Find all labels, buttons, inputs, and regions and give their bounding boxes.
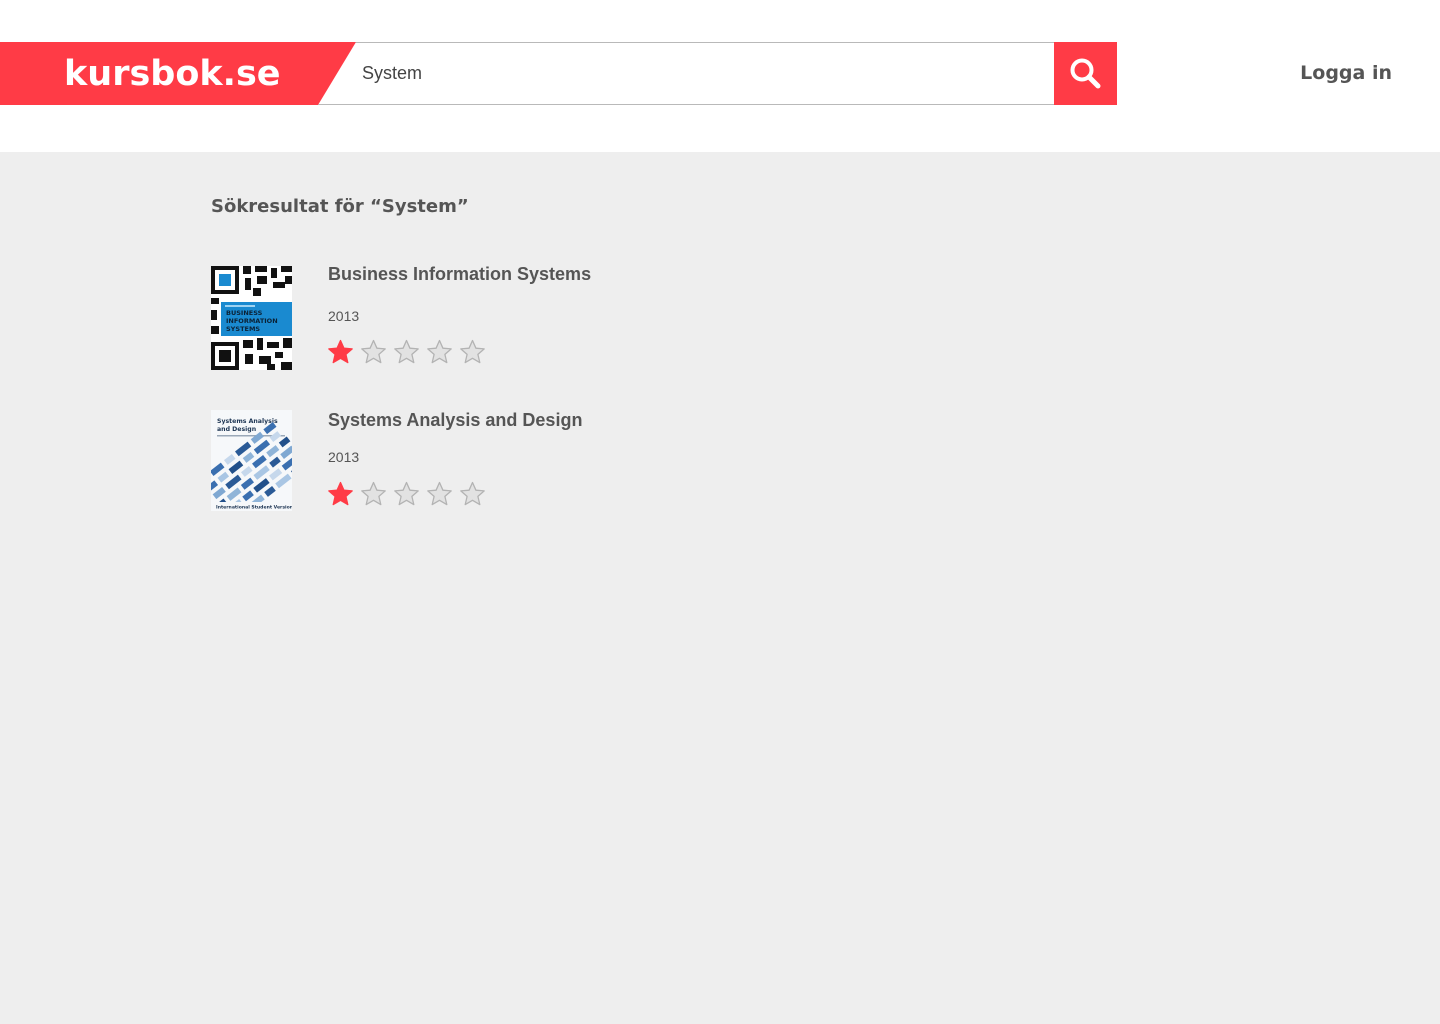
book-cover-image: Systems Analysis and Design Internationa… xyxy=(211,410,292,511)
star-filled-icon[interactable] xyxy=(327,339,354,365)
search-bar xyxy=(318,42,1054,105)
book-title[interactable]: Systems Analysis and Design xyxy=(328,410,582,431)
site-logo[interactable]: kursbok.se xyxy=(64,54,281,94)
star-rating[interactable] xyxy=(327,481,492,507)
book-year: 2013 xyxy=(328,449,360,465)
star-empty-icon[interactable] xyxy=(360,481,387,507)
book-cover[interactable]: Systems Analysis and Design Internationa… xyxy=(211,410,292,511)
star-empty-icon[interactable] xyxy=(393,481,420,507)
search-button[interactable] xyxy=(1054,42,1117,105)
svg-text:Systems Analysis: Systems Analysis xyxy=(217,418,278,425)
book-cover[interactable]: BUSINESS INFORMATION SYSTEMS xyxy=(211,266,292,370)
star-empty-icon[interactable] xyxy=(360,339,387,365)
svg-text:International Student Version: International Student Version xyxy=(216,505,292,511)
star-filled-icon[interactable] xyxy=(327,481,354,507)
svg-text:INFORMATION: INFORMATION xyxy=(226,317,278,325)
book-year: 2013 xyxy=(328,308,360,324)
search-input[interactable] xyxy=(362,43,1042,104)
book-title[interactable]: Business Information Systems xyxy=(328,264,591,285)
svg-text:BUSINESS: BUSINESS xyxy=(226,309,263,317)
star-empty-icon[interactable] xyxy=(426,481,453,507)
search-icon xyxy=(1070,58,1101,89)
star-empty-icon[interactable] xyxy=(393,339,420,365)
site-header: kursbok.se Logga in xyxy=(0,0,1440,152)
star-empty-icon[interactable] xyxy=(459,339,486,365)
login-link[interactable]: Logga in xyxy=(1300,62,1392,84)
star-rating[interactable] xyxy=(327,339,492,365)
svg-text:and Design: and Design xyxy=(217,426,256,433)
results-heading: Sökresultat för “System” xyxy=(211,196,469,217)
star-empty-icon[interactable] xyxy=(459,481,486,507)
svg-text:SYSTEMS: SYSTEMS xyxy=(226,325,260,333)
logo-link[interactable]: kursbok.se xyxy=(0,42,357,105)
book-cover-image: BUSINESS INFORMATION SYSTEMS xyxy=(211,266,292,370)
star-empty-icon[interactable] xyxy=(426,339,453,365)
